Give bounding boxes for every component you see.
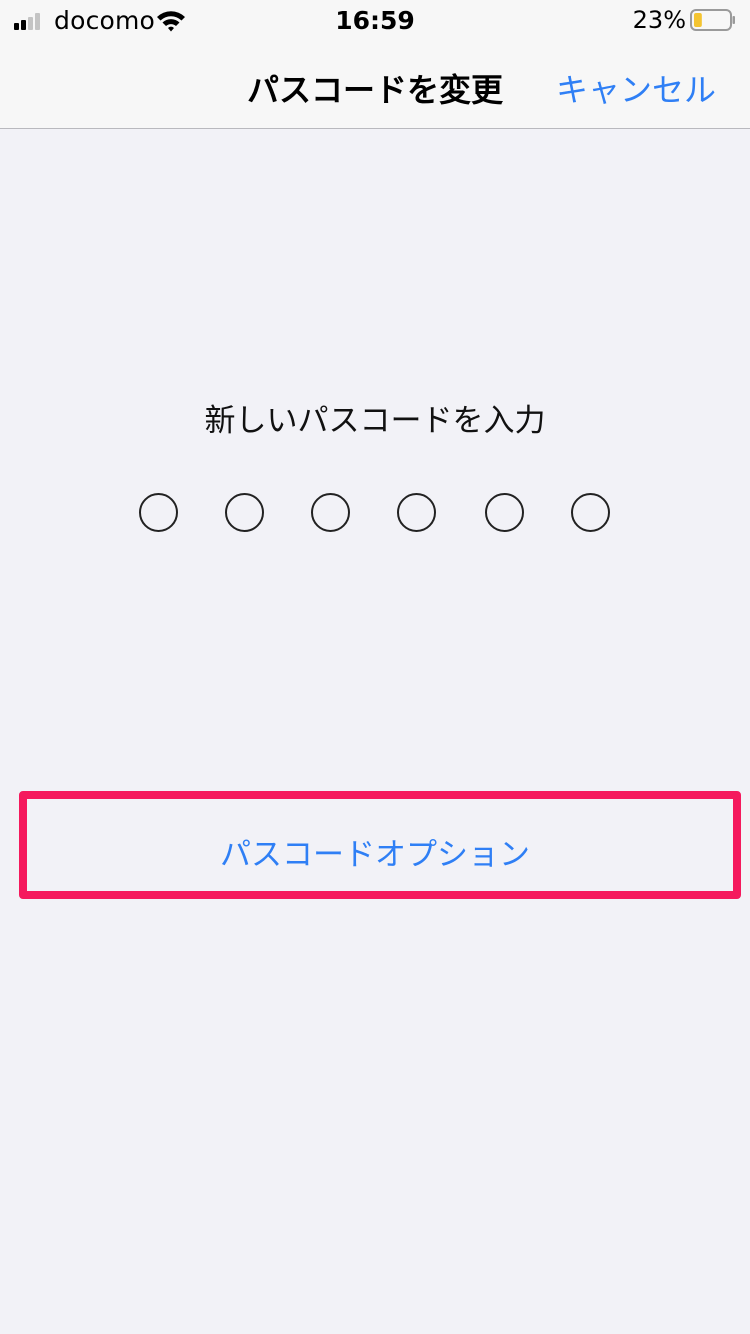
battery-icon bbox=[690, 9, 735, 31]
passcode-dot bbox=[311, 493, 350, 532]
battery-percentage: 23% bbox=[632, 6, 686, 34]
status-bar: docomo 16:59 23% bbox=[0, 0, 750, 40]
passcode-dot bbox=[225, 493, 264, 532]
passcode-dot bbox=[397, 493, 436, 532]
passcode-dots bbox=[0, 493, 750, 535]
passcode-dot bbox=[485, 493, 524, 532]
passcode-dot bbox=[571, 493, 610, 532]
cancel-button[interactable]: キャンセル bbox=[556, 65, 716, 111]
passcode-prompt: 新しいパスコードを入力 bbox=[204, 403, 546, 439]
passcode-options-button[interactable]: パスコードオプション bbox=[0, 829, 750, 874]
passcode-dot bbox=[139, 493, 178, 532]
navigation-bar: パスコードを変更 キャンセル bbox=[0, 40, 750, 129]
